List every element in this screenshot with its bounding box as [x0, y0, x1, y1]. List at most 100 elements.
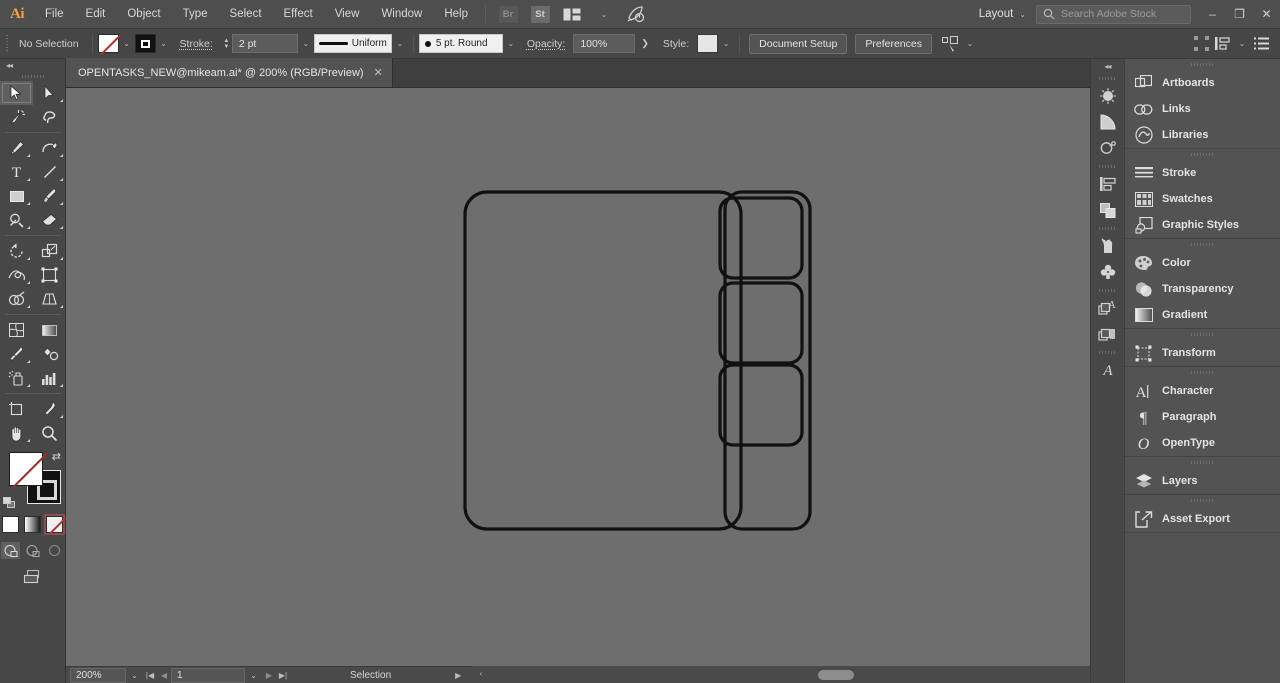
stroke-weight-stepper[interactable]: ▲ ▼	[221, 34, 232, 53]
symbols-panel-icon-button[interactable]	[1091, 109, 1124, 135]
brush-definition-field[interactable]: 5 pt. Round	[418, 34, 503, 53]
status-menu-button[interactable]: ▶	[451, 671, 465, 680]
width-tool[interactable]	[0, 263, 33, 287]
column-graph-tool[interactable]	[33, 366, 66, 390]
color-mode-none-button[interactable]	[44, 514, 65, 535]
stock-search-input[interactable]	[1061, 8, 1181, 20]
curvature-tool[interactable]	[33, 136, 66, 160]
window-restore-button[interactable]: ❐	[1226, 0, 1253, 29]
select-similar-dropdown[interactable]: ⌄	[962, 34, 978, 53]
tools-panel-grip[interactable]	[0, 72, 65, 81]
menu-help[interactable]: Help	[433, 0, 479, 29]
arrange-documents-button[interactable]	[561, 4, 583, 24]
zoom-tool[interactable]	[33, 421, 66, 445]
pathfinder-panel-icon-button[interactable]	[1091, 197, 1124, 223]
graphic-style-dropdown[interactable]: ⌄	[718, 34, 734, 53]
menu-effect[interactable]: Effect	[273, 0, 324, 29]
artboard-next-button[interactable]: ▶	[262, 671, 276, 680]
dock-group-grip[interactable]	[1091, 223, 1124, 233]
control-bar-options-button[interactable]	[1250, 34, 1272, 54]
appearance-panel-icon-button[interactable]: A	[1091, 295, 1124, 321]
panel-group-grip[interactable]	[1125, 495, 1280, 506]
stock-search-box[interactable]	[1036, 4, 1191, 24]
fill-indicator-swatch[interactable]	[9, 452, 43, 486]
selection-tool[interactable]	[0, 81, 33, 105]
horizontal-scroll-thumb[interactable]	[818, 670, 854, 680]
scroll-left-arrow-icon[interactable]: ‹	[474, 669, 488, 678]
artboard-last-button[interactable]: ▶|	[276, 671, 290, 680]
menu-type[interactable]: Type	[172, 0, 219, 29]
panel-paragraph[interactable]: ¶ Paragraph	[1125, 404, 1280, 430]
panel-links[interactable]: Links	[1125, 96, 1280, 122]
panel-group-grip[interactable]	[1125, 367, 1280, 378]
panel-group-grip[interactable]	[1125, 239, 1280, 250]
stroke-weight-field[interactable]: 2 pt	[231, 34, 298, 53]
stock-button[interactable]: St	[529, 4, 551, 24]
swap-fill-stroke-icon[interactable]: ⇄	[52, 450, 61, 463]
image-trace-panel-icon-button[interactable]	[1091, 135, 1124, 161]
opacity-field[interactable]: 100%	[573, 34, 636, 53]
panel-layers[interactable]: Layers	[1125, 468, 1280, 494]
menu-object[interactable]: Object	[116, 0, 171, 29]
zoom-level-field[interactable]: 200%	[70, 667, 126, 683]
normal-screen-mode-button[interactable]	[1, 542, 20, 559]
free-transform-tool[interactable]	[33, 263, 66, 287]
artboard-number-field[interactable]: 1	[171, 667, 245, 683]
symbol-sprayer-tool[interactable]	[0, 366, 33, 390]
change-screen-mode-button[interactable]	[0, 569, 65, 585]
panel-character[interactable]: A Character	[1125, 378, 1280, 404]
dock-collapse-button[interactable]: ◂◂	[1091, 59, 1124, 73]
artwork-vector-group[interactable]	[66, 88, 1124, 666]
brushes-panel-icon-button[interactable]	[1091, 83, 1124, 109]
rectangle-tool[interactable]	[0, 184, 33, 208]
artboard-first-button[interactable]: |◀	[143, 671, 157, 680]
panel-libraries[interactable]: Libraries	[1125, 122, 1280, 148]
artboard-number-dropdown[interactable]: ⌄	[245, 671, 262, 680]
control-bar-grip[interactable]	[4, 33, 11, 55]
stroke-color-swatch[interactable]	[134, 34, 156, 53]
panel-swatches[interactable]: Swatches	[1125, 186, 1280, 212]
fill-swatch-dropdown[interactable]: ⌄	[119, 34, 135, 53]
align-panel-icon-button[interactable]	[1091, 171, 1124, 197]
panel-transform[interactable]: Transform	[1125, 340, 1280, 366]
panel-group-grip[interactable]	[1125, 149, 1280, 160]
type-tool[interactable]: T	[0, 160, 33, 184]
hand-tool[interactable]	[0, 421, 33, 445]
brushes-library-icon-button[interactable]	[1091, 233, 1124, 259]
panel-graphic-styles[interactable]: Graphic Styles	[1125, 212, 1280, 238]
arrange-documents-dropdown[interactable]: ⌄	[593, 4, 615, 24]
tools-collapse-button[interactable]: ◂◂	[0, 59, 65, 72]
window-close-button[interactable]: ✕	[1253, 0, 1280, 29]
symbols-library-icon-button[interactable]	[1091, 259, 1124, 285]
panel-gradient[interactable]: Gradient	[1125, 302, 1280, 328]
align-panel-button[interactable]	[1212, 34, 1234, 54]
menu-view[interactable]: View	[324, 0, 371, 29]
graphic-style-swatch[interactable]	[697, 34, 719, 53]
panel-group-grip[interactable]	[1125, 59, 1280, 70]
home-rocket-button[interactable]	[625, 4, 647, 24]
document-setup-button[interactable]: Document Setup	[749, 33, 848, 54]
dock-group-grip[interactable]	[1091, 73, 1124, 83]
stroke-weight-dropdown[interactable]: ⌄	[298, 34, 314, 53]
magic-wand-tool[interactable]	[0, 105, 33, 129]
blend-tool[interactable]	[33, 342, 66, 366]
dock-group-grip[interactable]	[1091, 347, 1124, 357]
panel-opentype[interactable]: O OpenType	[1125, 430, 1280, 456]
artboard-tool[interactable]	[0, 397, 33, 421]
preferences-button[interactable]: Preferences	[855, 33, 932, 54]
close-icon[interactable]: ✕	[374, 66, 383, 79]
menu-file[interactable]: File	[34, 0, 75, 29]
perspective-grid-tool[interactable]	[33, 287, 66, 311]
scale-tool[interactable]	[33, 239, 66, 263]
panel-transparency[interactable]: Transparency	[1125, 276, 1280, 302]
paintbrush-tool[interactable]	[33, 184, 66, 208]
default-fill-stroke-icon[interactable]	[3, 497, 16, 508]
stroke-weight-label[interactable]: Stroke:	[172, 38, 221, 50]
workspace-switcher[interactable]: Layout ⌄	[969, 3, 1036, 25]
mesh-tool[interactable]	[0, 318, 33, 342]
artboard-prev-button[interactable]: ◀	[157, 671, 171, 680]
lasso-tool[interactable]	[33, 105, 66, 129]
stroke-profile-dropdown[interactable]: ⌄	[392, 34, 408, 53]
fill-color-swatch[interactable]	[97, 34, 119, 53]
window-minimize-button[interactable]: –	[1199, 0, 1226, 29]
